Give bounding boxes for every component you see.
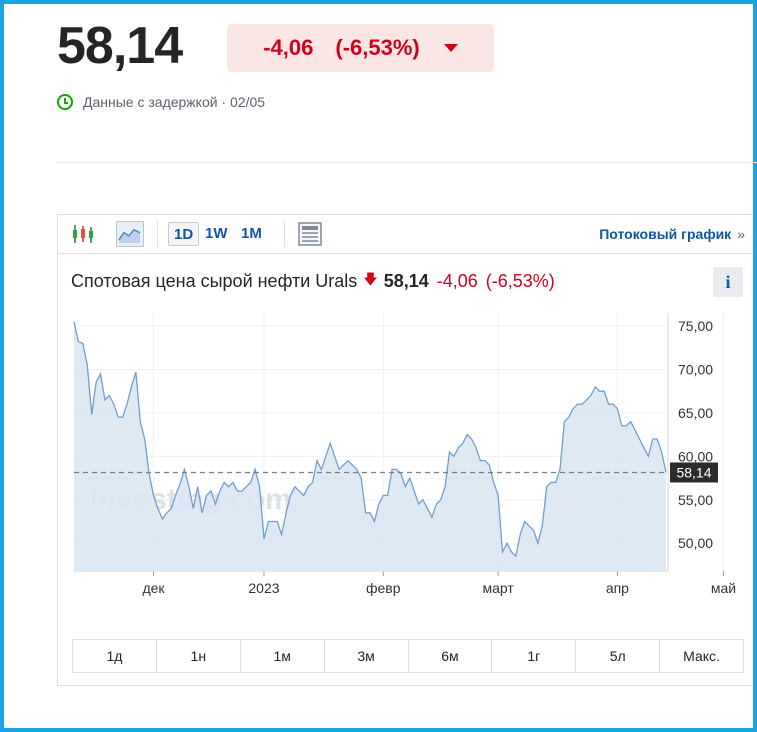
x-tick-label: дек (142, 580, 165, 596)
toolbar-separator (157, 221, 158, 247)
y-tick-label: 50,00 (678, 535, 713, 551)
chart-header-change: -4,06 (436, 270, 478, 291)
timeframe-1d-button[interactable]: 1D (168, 222, 200, 246)
x-tick-label: май (711, 580, 736, 596)
period-selector: 1д 1н 1м 3м 6м 1г 5л Макс. (72, 639, 744, 673)
double-chevron-right-icon: » (737, 226, 745, 242)
instrument-name: Спотовая цена сырой нефти Urals (71, 270, 358, 291)
current-price: 58,14 (57, 17, 183, 75)
x-tick-label: апр (606, 580, 629, 596)
chart-toolbar: 1D 1W 1M Потоковый график » (58, 215, 753, 254)
chart-header-change-percent: (-6,53%) (485, 270, 555, 291)
down-triangle-icon (443, 44, 458, 52)
period-button[interactable]: 1д (73, 640, 157, 672)
last-price-label: 58,14 (676, 464, 711, 480)
table-icon[interactable] (298, 221, 322, 247)
x-tick-label: март (482, 580, 514, 596)
period-button[interactable]: 1н (157, 640, 241, 672)
clock-icon (57, 94, 73, 110)
toolbar-separator (284, 221, 285, 247)
price-change-badge: -4,06 (-6,53%) (227, 24, 494, 72)
chart-widget: 1D 1W 1M Потоковый график » Спотовая цена… (57, 214, 753, 686)
y-tick-label: 60,00 (678, 448, 713, 464)
period-button[interactable]: 5л (576, 640, 661, 672)
streaming-chart-label: Потоковый график (599, 226, 732, 242)
delay-notice: Данные с задержкой · 02/05 (57, 94, 265, 110)
y-tick-label: 55,00 (678, 492, 713, 508)
price-change-value: -4,06 (263, 35, 314, 60)
y-tick-label: 75,00 (678, 318, 713, 334)
period-button[interactable]: Макс. (660, 640, 743, 672)
delay-text: Данные с задержкой · 02/05 (83, 94, 266, 110)
info-button[interactable]: i (713, 267, 743, 297)
price-area (74, 321, 666, 571)
period-button[interactable]: 3м (325, 640, 409, 672)
timeframe-1m-button[interactable]: 1M (236, 222, 267, 246)
price-chart[interactable]: 75,00 70,00 65,00 60,00 55,00 50,00 дек 2023 фев… (58, 305, 753, 605)
y-tick-label: 70,00 (678, 361, 713, 377)
x-tick-label: февр (366, 580, 401, 596)
section-divider (57, 162, 757, 163)
chart-header-price: 58,14 (383, 270, 429, 291)
period-button[interactable]: 1г (492, 640, 577, 672)
period-button[interactable]: 1м (241, 640, 325, 672)
price-change-percent: (-6,53%) (335, 35, 420, 60)
y-tick-label: 65,00 (678, 405, 713, 421)
timeframe-1w-button[interactable]: 1W (200, 222, 233, 246)
area-chart-icon[interactable] (116, 221, 144, 247)
chart-title-row: Спотовая цена сырой нефти Urals 🡇 58,14 … (71, 269, 555, 293)
x-tick-label: 2023 (248, 580, 279, 596)
down-arrow-icon: 🡇 (363, 271, 378, 287)
period-button[interactable]: 6м (409, 640, 493, 672)
candlestick-icon[interactable] (70, 221, 96, 247)
streaming-chart-link[interactable]: Потоковый график » (599, 226, 745, 242)
